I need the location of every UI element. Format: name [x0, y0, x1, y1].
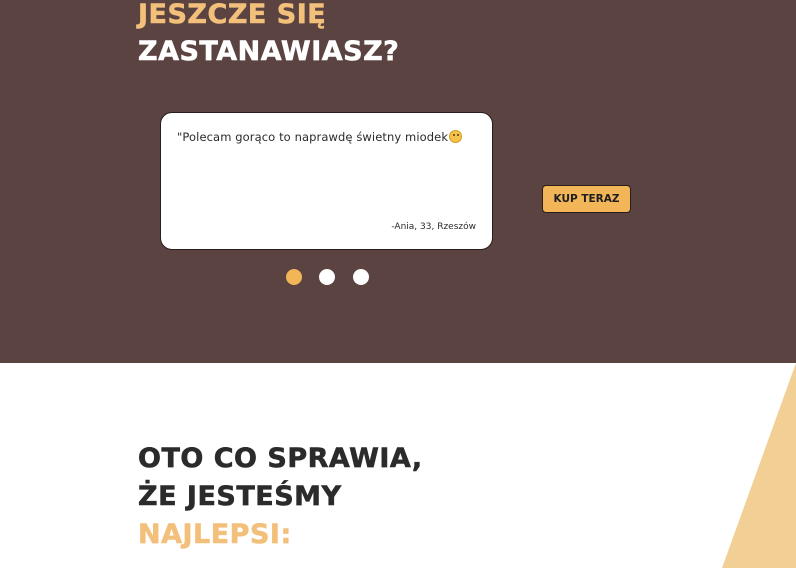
features-heading-line-2: że jesteśmy: [138, 481, 342, 513]
testimonial-quote: "Polecam gorąco to naprawdę świetny miod…: [177, 130, 478, 144]
carousel-dot-1[interactable]: [286, 269, 302, 285]
hero-heading-line-2: zastanawiasz?: [138, 36, 400, 68]
hero-section: Jeszcze się zastanawiasz? "Polecam gorąc…: [0, 0, 796, 363]
hero-heading-line-1: Jeszcze się: [138, 0, 327, 30]
features-heading: Oto co sprawia, że jesteśmy najlepsi:: [138, 440, 423, 554]
buy-now-button[interactable]: KUP TERAZ: [542, 185, 631, 213]
testimonial-author: -Ania, 33, Rzeszów: [391, 222, 476, 232]
features-heading-line-1: Oto co sprawia,: [138, 443, 423, 475]
carousel-dot-3[interactable]: [353, 269, 369, 285]
testimonial-quote-text: "Polecam gorąco to naprawdę świetny miod…: [177, 130, 449, 144]
hero-heading: Jeszcze się zastanawiasz?: [138, 0, 399, 70]
grinning-face-icon: [449, 130, 463, 143]
testimonial-card: "Polecam gorąco to naprawdę świetny miod…: [160, 112, 493, 250]
carousel-dot-2[interactable]: [319, 269, 335, 285]
features-heading-line-3: najlepsi:: [138, 519, 292, 551]
